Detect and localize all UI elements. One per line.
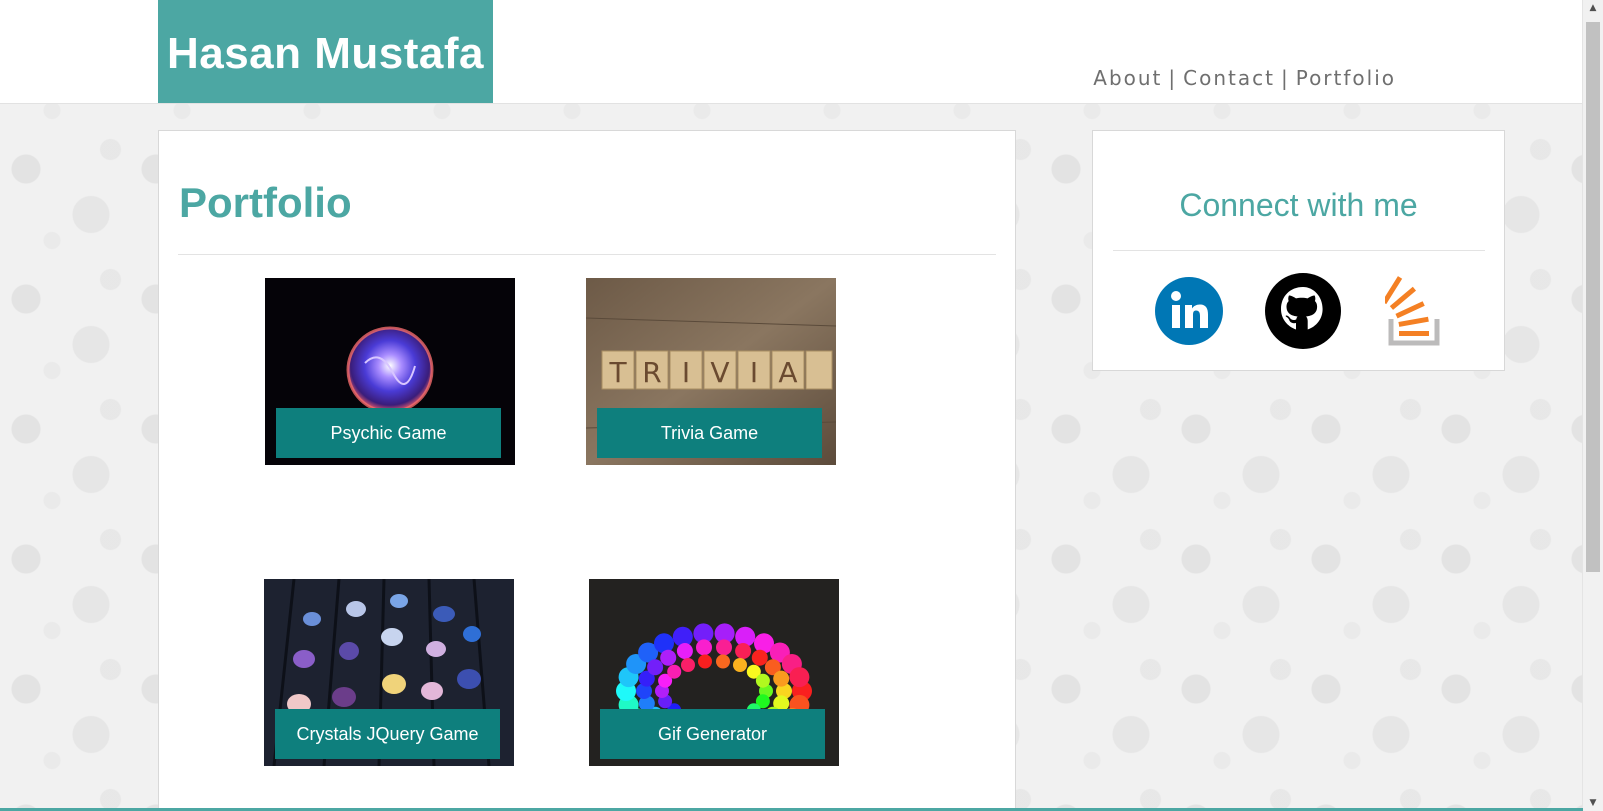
connect-panel: Connect with me	[1092, 130, 1505, 371]
top-nav: About | Contact | Portfolio	[1093, 66, 1396, 90]
nav-about-link[interactable]: About	[1093, 66, 1162, 90]
nav-portfolio-link[interactable]: Portfolio	[1296, 66, 1396, 90]
project-label: Psychic Game	[276, 408, 501, 458]
connect-title: Connect with me	[1179, 187, 1418, 223]
nav-separator: |	[1280, 66, 1290, 90]
project-label: Trivia Game	[597, 408, 822, 458]
project-card-crystals-game[interactable]: Crystals JQuery Game	[264, 579, 514, 766]
stackoverflow-icon[interactable]	[1385, 273, 1451, 347]
svg-text:R: R	[642, 356, 661, 389]
site-header: Hasan Mustafa About | Contact | Portfolio	[0, 0, 1583, 104]
portfolio-panel: Portfolio Psychic Game T R I V I A Trivi…	[158, 130, 1016, 811]
svg-text:I: I	[682, 356, 690, 389]
scroll-up-icon[interactable]: ▲	[1583, 0, 1603, 16]
svg-text:I: I	[750, 356, 758, 389]
github-icon[interactable]	[1265, 273, 1341, 349]
divider	[178, 254, 996, 255]
project-card-psychic-game[interactable]: Psychic Game	[265, 278, 515, 465]
vertical-scrollbar[interactable]: ▲ ▼	[1582, 0, 1603, 811]
page-title: Portfolio	[179, 179, 352, 226]
brand-name: Hasan Mustafa	[166, 28, 485, 78]
nav-contact-link[interactable]: Contact	[1183, 66, 1275, 90]
scroll-thumb[interactable]	[1586, 22, 1600, 572]
project-card-gif-generator[interactable]: Gif Generator	[589, 579, 839, 766]
brand-logo[interactable]: Hasan Mustafa	[158, 0, 493, 103]
nav-separator: |	[1168, 66, 1178, 90]
svg-text:A: A	[778, 356, 797, 389]
project-card-trivia-game[interactable]: T R I V I A Trivia Game	[586, 278, 836, 465]
divider	[1113, 250, 1485, 251]
svg-text:T: T	[608, 356, 627, 389]
linkedin-icon[interactable]	[1155, 277, 1223, 345]
scroll-down-icon[interactable]: ▼	[1583, 795, 1603, 811]
svg-text:V: V	[710, 356, 729, 389]
project-label: Gif Generator	[600, 709, 825, 759]
project-label: Crystals JQuery Game	[275, 709, 500, 759]
